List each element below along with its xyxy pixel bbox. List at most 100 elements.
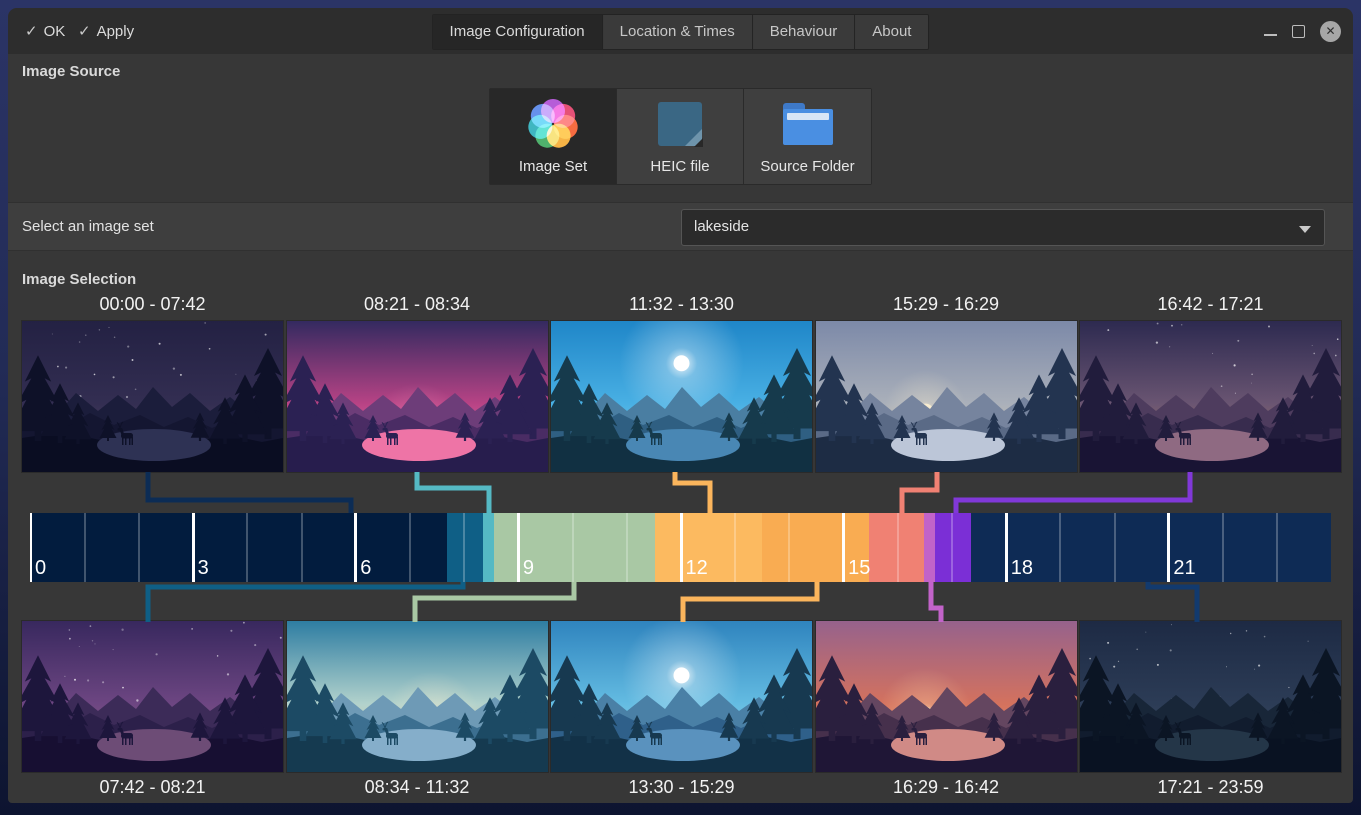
hour-divider [30, 513, 32, 582]
wallpaper-thumbnail-bottom-1[interactable] [22, 621, 283, 772]
connector-line [1148, 581, 1197, 622]
hour-divider [138, 513, 140, 582]
wallpaper-thumbnail-bottom-3[interactable] [551, 621, 812, 772]
hour-divider [1222, 513, 1224, 582]
hour-label: 3 [198, 557, 209, 580]
hour-divider [680, 513, 683, 582]
close-icon[interactable]: ✕ [1320, 21, 1341, 42]
desktop: { "titlebar": { "check_icon": "✓", "ok_l… [0, 0, 1361, 815]
time-range-label-top-4: 15:29 - 16:29 [816, 294, 1077, 315]
connector-line [148, 472, 351, 514]
time-range-label-bottom-2: 08:34 - 11:32 [287, 777, 548, 798]
time-range-label-top-3: 11:32 - 13:30 [551, 294, 812, 315]
hour-label: 9 [523, 557, 534, 580]
apply-button-label: Apply [97, 23, 135, 40]
hour-divider [192, 513, 195, 582]
connector-line [415, 581, 574, 622]
ok-button[interactable]: ✓ OK [25, 8, 65, 54]
hour-divider [1167, 513, 1170, 582]
tab-bar: Image ConfigurationLocation & TimesBehav… [432, 14, 930, 50]
select-image-set-row: Select an image set lakeside [8, 202, 1353, 251]
hour-divider [84, 513, 86, 582]
titlebar: ✓ OK ✓ Apply Image ConfigurationLocation… [8, 8, 1353, 54]
hour-divider [1276, 513, 1278, 582]
source-type-icon-area [617, 89, 743, 158]
timeline-segment-8 [924, 513, 936, 582]
hour-label: 12 [686, 557, 708, 580]
f-paper [787, 113, 829, 120]
hour-label: 18 [1011, 557, 1033, 580]
tab-location-times[interactable]: Location & Times [603, 15, 753, 49]
hour-divider [517, 513, 520, 582]
tab-image-configuration[interactable]: Image Configuration [433, 15, 603, 49]
wallpaper-thumbnail-bottom-5[interactable] [1080, 621, 1341, 772]
wallpaper-thumbnail-top-4[interactable] [816, 321, 1077, 472]
image-set-dropdown[interactable]: lakeside [681, 209, 1325, 246]
app-window: ✓ OK ✓ Apply Image ConfigurationLocation… [8, 8, 1353, 803]
image-selection-heading: Image Selection [22, 271, 136, 288]
hour-divider [734, 513, 736, 582]
hour-divider [788, 513, 790, 582]
hour-divider [463, 513, 465, 582]
source-type-label: Image Set [519, 158, 587, 175]
window-controls: ✕ [1264, 8, 1341, 54]
check-icon: ✓ [25, 22, 38, 40]
dropdown-value: lakeside [694, 218, 749, 235]
timeline-segment-3 [483, 513, 495, 582]
timeline-segment-1 [30, 513, 447, 582]
apply-button[interactable]: ✓ Apply [78, 8, 134, 54]
check-icon: ✓ [78, 22, 91, 40]
image-source-heading: Image Source [22, 63, 120, 80]
hour-divider [897, 513, 899, 582]
minimize-icon[interactable] [1264, 34, 1277, 36]
source-type-group: Image Set HEIC file Source Folder [489, 88, 872, 185]
source-type-label: Source Folder [760, 158, 854, 175]
wallpaper-thumbnail-bottom-2[interactable] [287, 621, 548, 772]
wallpaper-thumbnail-top-1[interactable] [22, 321, 283, 472]
hour-label: 21 [1173, 557, 1195, 580]
timeline: 036912151821 [30, 513, 1331, 582]
time-range-label-top-5: 16:42 - 17:21 [1080, 294, 1341, 315]
source-folder-icon [783, 103, 833, 145]
time-range-label-bottom-4: 16:29 - 16:42 [816, 777, 1077, 798]
time-range-label-bottom-5: 17:21 - 23:59 [1080, 777, 1341, 798]
hour-divider [1114, 513, 1116, 582]
source-type-source-folder[interactable]: Source Folder [744, 89, 871, 184]
time-range-label-top-1: 00:00 - 07:42 [22, 294, 283, 315]
tab-about[interactable]: About [855, 15, 928, 49]
page-fold-notch [694, 138, 703, 147]
connector-line [683, 581, 817, 622]
hour-divider [301, 513, 303, 582]
image-set-icon [527, 98, 579, 150]
connector-line [956, 472, 1190, 514]
hour-divider [572, 513, 574, 582]
connector-line [675, 472, 710, 514]
wallpaper-thumbnail-top-5[interactable] [1080, 321, 1341, 472]
hour-divider [409, 513, 411, 582]
source-type-heic-file[interactable]: HEIC file [617, 89, 744, 184]
chevron-down-icon [1299, 226, 1311, 233]
connector-line [931, 581, 941, 622]
timeline-segment-5 [655, 513, 762, 582]
wallpaper-thumbnail-top-3[interactable] [551, 321, 812, 472]
source-type-image-set[interactable]: Image Set [490, 89, 617, 184]
maximize-icon[interactable] [1292, 25, 1305, 38]
wallpaper-thumbnail-top-2[interactable] [287, 321, 548, 472]
connector-line [902, 472, 937, 514]
hour-divider [1005, 513, 1008, 582]
time-range-label-top-2: 08:21 - 08:34 [287, 294, 548, 315]
hour-divider [842, 513, 845, 582]
wallpaper-thumbnail-bottom-4[interactable] [816, 621, 1077, 772]
hour-divider [1059, 513, 1061, 582]
tab-behaviour[interactable]: Behaviour [753, 15, 856, 49]
ok-button-label: OK [44, 23, 66, 40]
select-image-set-label: Select an image set [22, 218, 154, 235]
hour-divider [626, 513, 628, 582]
heic-file-icon [658, 102, 702, 146]
source-type-label: HEIC file [650, 158, 709, 175]
time-range-label-bottom-1: 07:42 - 08:21 [22, 777, 283, 798]
hour-divider [354, 513, 357, 582]
hour-label: 6 [360, 557, 371, 580]
hour-divider [246, 513, 248, 582]
time-range-label-bottom-3: 13:30 - 15:29 [551, 777, 812, 798]
